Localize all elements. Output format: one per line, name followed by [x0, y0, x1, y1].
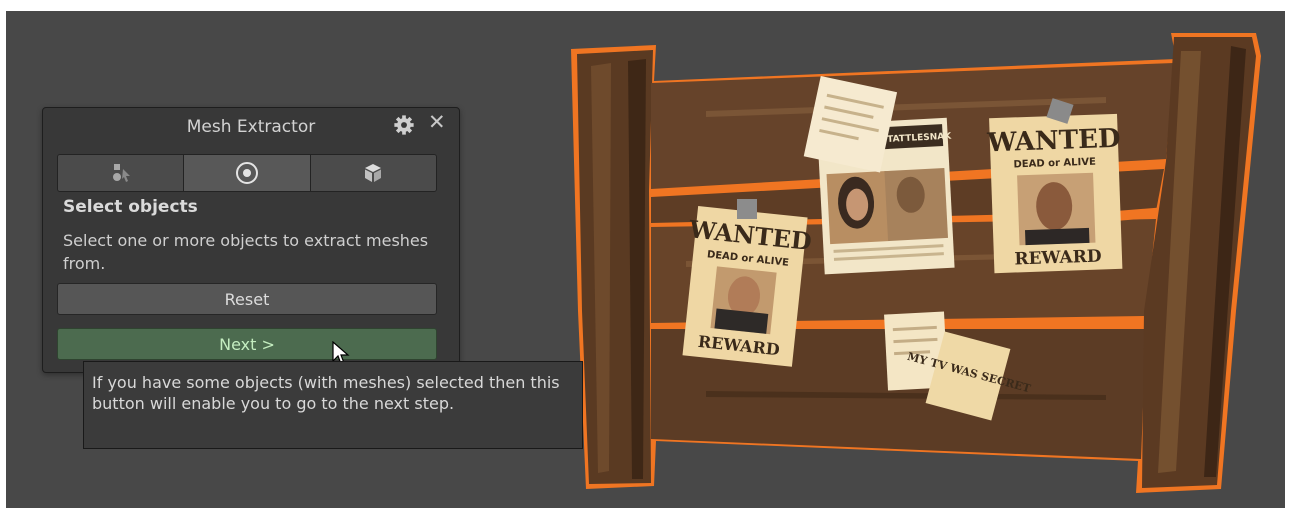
svg-text:WANTED: WANTED	[986, 124, 1121, 159]
tab-cube[interactable]	[309, 155, 436, 191]
next-button-tooltip: If you have some objects (with meshes) s…	[83, 361, 583, 449]
scene-viewport[interactable]: WANTED DEAD or ALIVE REWARD THE TATTLESN…	[6, 11, 1285, 508]
step-description: Select one or more objects to extract me…	[63, 231, 429, 273]
mesh-extractor-panel: Mesh Extractor ✕ Select objects Select o…	[42, 107, 460, 373]
tab-target[interactable]	[183, 155, 310, 191]
wanted-poster-left: WANTED DEAD or ALIVE REWARD	[682, 206, 813, 367]
cube-icon	[365, 164, 382, 182]
tab-select-objects[interactable]	[58, 155, 184, 191]
note-paper-top	[803, 76, 898, 173]
reset-button[interactable]: Reset	[57, 283, 437, 315]
gear-icon[interactable]	[393, 114, 415, 136]
select-objects-icon	[112, 164, 130, 182]
target-icon	[235, 162, 258, 184]
pin-left	[737, 199, 757, 219]
close-icon[interactable]: ✕	[428, 110, 446, 134]
wanted-poster-right: WANTED DEAD or ALIVE REWARD	[986, 113, 1123, 274]
step-tabs	[57, 154, 437, 192]
svg-text:REWARD: REWARD	[1014, 246, 1102, 269]
step-heading: Select objects	[63, 197, 198, 217]
next-button[interactable]: Next >	[57, 328, 437, 360]
